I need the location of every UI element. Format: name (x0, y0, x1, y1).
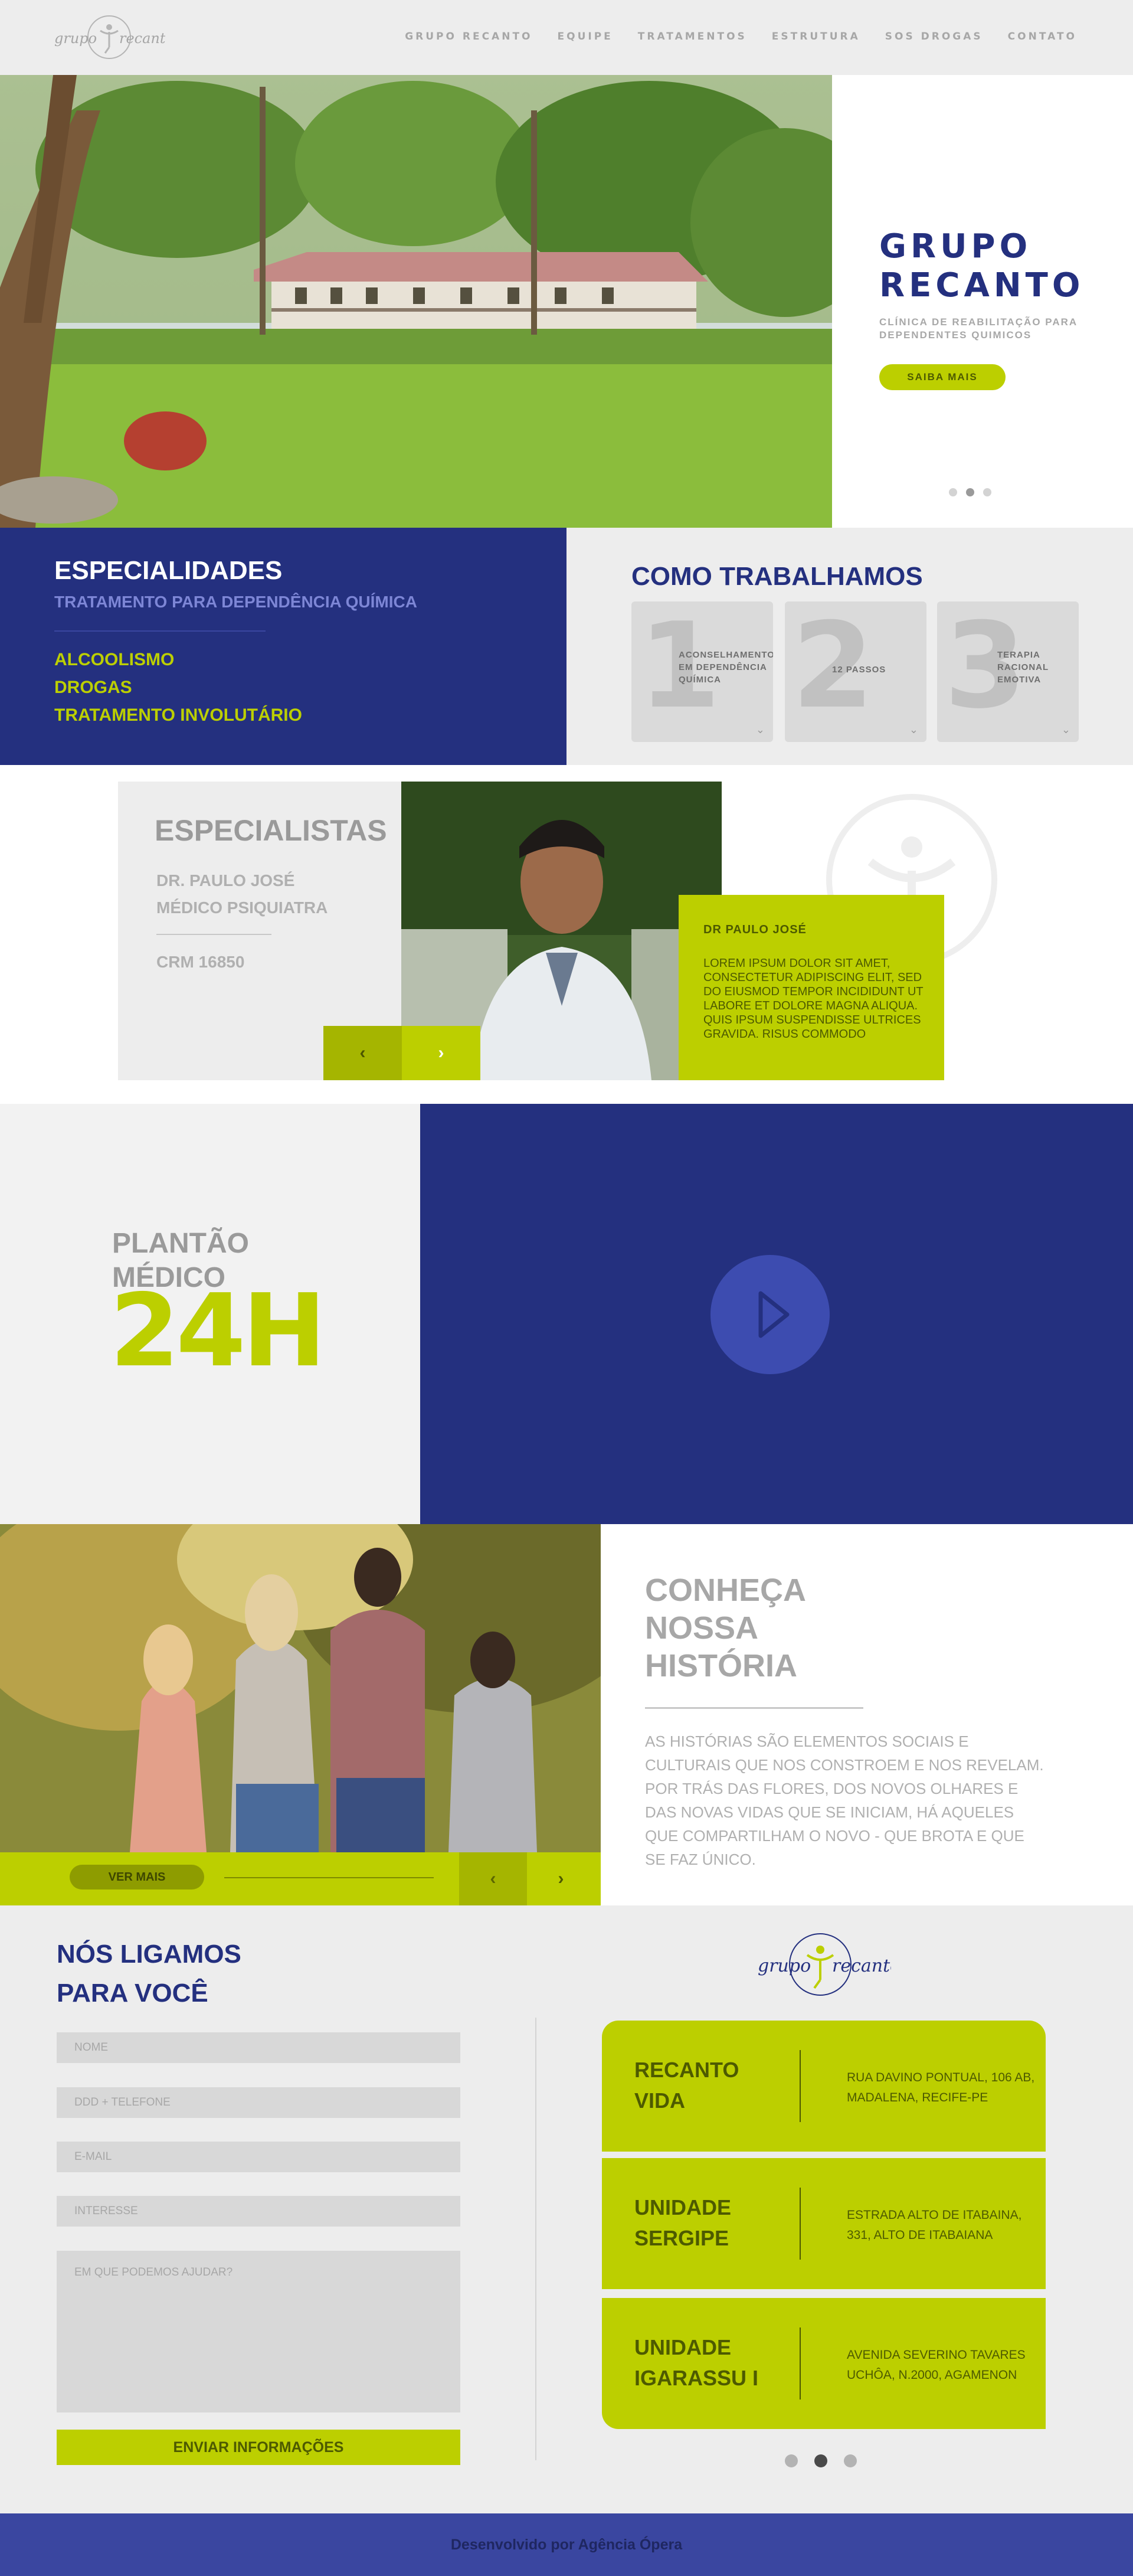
historia-section: CONHEÇA NOSSA HISTÓRIA AS HISTÓRIAS SÃO … (601, 1524, 1133, 1905)
doctor-bio: LOREM IPSUM DOLOR SIT AMET, CONSECTETUR … (703, 957, 924, 1041)
doctor-role: MÉDICO PSIQUIATRA (156, 898, 328, 917)
nav-grupo-recanto[interactable]: GRUPO RECANTO (405, 31, 532, 43)
step-card-1[interactable]: 1 ACONSELHAMENTO EM DEPENDÊNCIA QUÍMICA … (631, 601, 773, 742)
unit-card-sergipe[interactable]: UNIDADE SERGIPE ESTRADA ALTO DE ITABAINA… (602, 2158, 1046, 2289)
historia-bar: VER MAIS ‹ › (0, 1852, 601, 1905)
telefone-input[interactable] (57, 2087, 460, 2118)
step-label: ACONSELHAMENTO EM DEPENDÊNCIA QUÍMICA (679, 650, 773, 685)
step-card-3[interactable]: 3 TERAPIA RACIONAL EMOTIVA ⌄ (937, 601, 1079, 742)
email-input[interactable] (57, 2142, 460, 2172)
units-dot-1[interactable] (785, 2454, 798, 2467)
unit-name: UNIDADE SERGIPE (634, 2195, 732, 2250)
next-arrow-icon[interactable]: › (527, 1852, 595, 1905)
specialist-arrows: ‹ › (323, 1026, 480, 1080)
interesse-input[interactable] (57, 2196, 460, 2227)
hero-dot-2[interactable] (966, 488, 974, 496)
divider (535, 2018, 536, 2460)
video-section (420, 1104, 1133, 1524)
divider (800, 2327, 801, 2400)
especialidades-title: ESPECIALIDADES (54, 556, 283, 585)
especialidade-item[interactable]: ALCOOLISMO (54, 646, 302, 674)
plantao-line-1: PLANTÃO (112, 1228, 249, 1259)
hero-title: GRUPO RECANTO (879, 227, 1085, 305)
plantao-24h: 24H (110, 1273, 326, 1390)
chevron-down-icon: ⌄ (1061, 724, 1070, 735)
hero-subtitle: CLÍNICA DE REABILITAÇÃO PARA DEPENDENTES… (879, 316, 1078, 341)
chevron-down-icon: ⌄ (755, 724, 765, 735)
nav-tratamentos[interactable]: TRATAMENTOS (638, 31, 747, 43)
step-label: TERAPIA RACIONAL EMOTIVA (997, 650, 1049, 685)
units-dot-3[interactable] (844, 2454, 857, 2467)
step-label: 12 PASSOS (832, 665, 886, 675)
unit-address: ESTRADA ALTO DE ITABAINA, 331, ALTO DE I… (847, 2208, 1022, 2242)
especialistas-title: ESPECIALISTAS (155, 814, 387, 847)
logo-text-recanto: recanto (832, 1956, 891, 1976)
units-slider-dots (785, 2454, 857, 2467)
doctor-card-name: DR PAULO JOSÉ (703, 923, 807, 936)
especialidades-subtitle: TRATAMENTO PARA DEPENDÊNCIA QUÍMICA (54, 593, 417, 611)
como-trabalhamos-title: COMO TRABALHAMOS (631, 562, 923, 591)
logo-icon: grupo recanto (758, 1933, 900, 1996)
mensagem-textarea[interactable] (57, 2251, 460, 2412)
nav-contato[interactable]: CONTATO (1008, 31, 1077, 43)
plantao-section: PLANTÃO MÉDICO 24H (0, 1104, 420, 1524)
unit-address: AVENIDA SEVERINO TAVARES UCHÔA, N.2000, … (847, 2348, 1026, 2382)
hero-dot-3[interactable] (983, 488, 991, 496)
especialidades-section: ESPECIALIDADES TRATAMENTO PARA DEPENDÊNC… (0, 528, 566, 765)
play-icon (758, 1291, 790, 1338)
doctor-info-card: DR PAULO JOSÉ LOREM IPSUM DOLOR SIT AMET… (679, 895, 944, 1080)
contato-section: NÓS LIGAMOS PARA VOCÊ ENVIAR INFORMAÇÕES… (0, 1905, 1133, 2513)
logo: grupo recanto (749, 1929, 900, 2000)
hero-slider-dots (949, 488, 991, 496)
unit-card-recanto-vida[interactable]: RECANTO VIDA RUA DAVINO PONTUAL, 106 AB,… (602, 2021, 1046, 2152)
prev-arrow-icon[interactable]: ‹ (459, 1852, 527, 1905)
logo-text-grupo: grupo (758, 1956, 811, 1976)
divider (156, 934, 271, 935)
logo-text-grupo: grupo (54, 30, 97, 47)
logo-text-recanto: recanto (119, 30, 165, 47)
logo[interactable]: grupo recanto (53, 11, 174, 64)
historia-title: CONHEÇA NOSSA HISTÓRIA (645, 1573, 805, 1683)
historia-text: AS HISTÓRIAS SÃO ELEMENTOS SOCIAIS E CUL… (645, 1732, 1044, 1868)
unit-address: RUA DAVINO PONTUAL, 106 AB, MADALENA, RE… (847, 2071, 1035, 2104)
family-photo (0, 1524, 601, 1852)
hero-image (0, 75, 832, 528)
divider (645, 1707, 863, 1709)
divider (54, 630, 266, 632)
ver-mais-button[interactable]: VER MAIS (70, 1865, 204, 1889)
nav-sos-drogas[interactable]: SOS DROGAS (885, 31, 983, 43)
enviar-button[interactable]: ENVIAR INFORMAÇÕES (57, 2430, 460, 2465)
hero-dot-1[interactable] (949, 488, 957, 496)
divider (800, 2050, 801, 2122)
logo-icon: grupo recanto (54, 15, 174, 59)
nav-estrutura[interactable]: ESTRUTURA (772, 31, 860, 43)
next-arrow-icon[interactable]: › (402, 1026, 480, 1080)
contato-title: NÓS LIGAMOS PARA VOCÊ (57, 1940, 241, 2008)
hero-panel: GRUPO RECANTO CLÍNICA DE REABILITAÇÃO PA… (832, 75, 1133, 528)
prev-arrow-icon[interactable]: ‹ (323, 1026, 402, 1080)
units-dot-2[interactable] (814, 2454, 827, 2467)
chevron-down-icon: ⌄ (909, 724, 918, 735)
unit-card-igarassu[interactable]: UNIDADE IGARASSU I AVENIDA SEVERINO TAVA… (602, 2298, 1046, 2429)
site-footer: Desenvolvido por Agência Ópera (0, 2513, 1133, 2576)
especialidades-list: ALCOOLISMO DROGAS TRATAMENTO INVOLUTÁRIO (54, 646, 302, 729)
divider (224, 1877, 434, 1878)
saiba-mais-button[interactable]: SAIBA MAIS (879, 364, 1006, 390)
nav-equipe[interactable]: EQUIPE (558, 31, 613, 43)
doctor-name: DR. PAULO JOSÉ MÉDICO PSIQUIATRA (156, 867, 328, 921)
como-trabalhamos-section: COMO TRABALHAMOS 1 ACONSELHAMENTO EM DEP… (566, 528, 1133, 765)
nome-input[interactable] (57, 2032, 460, 2063)
play-button[interactable] (710, 1255, 830, 1374)
doctor-name-line: DR. PAULO JOSÉ (156, 871, 295, 890)
doctor-crm: CRM 16850 (156, 953, 245, 971)
unit-name: RECANTO VIDA (634, 2058, 739, 2113)
site-header: grupo recanto GRUPO RECANTO EQUIPE TRATA… (0, 0, 1133, 75)
especialidade-item[interactable]: DROGAS (54, 674, 302, 701)
footer-credit[interactable]: Desenvolvido por Agência Ópera (451, 2536, 682, 2553)
divider (800, 2188, 801, 2260)
especialidade-item[interactable]: TRATAMENTO INVOLUTÁRIO (54, 701, 302, 729)
unit-name: UNIDADE IGARASSU I (634, 2335, 759, 2390)
step-card-2[interactable]: 2 12 PASSOS ⌄ (785, 601, 926, 742)
main-nav: GRUPO RECANTO EQUIPE TRATAMENTOS ESTRUTU… (380, 31, 1077, 43)
